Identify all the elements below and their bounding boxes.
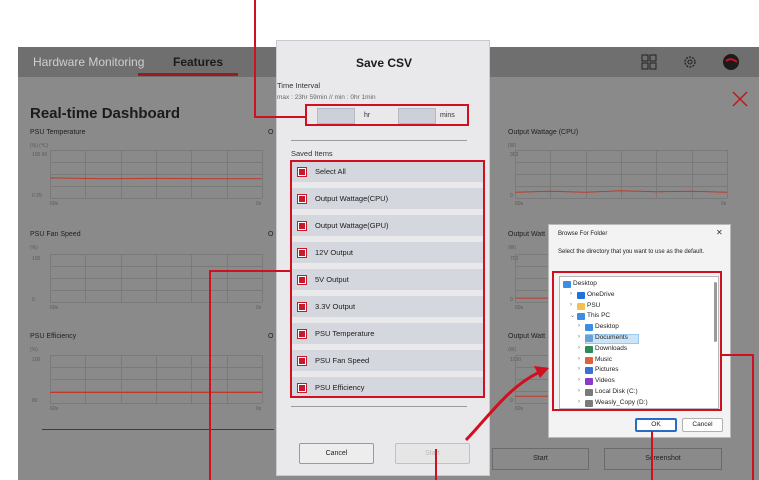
chart-plot	[50, 150, 263, 199]
chart-unit: (%)	[30, 347, 38, 353]
x-tick-label: 60s	[515, 305, 524, 311]
y-tick-label: 80	[32, 398, 38, 404]
x-tick-label: 0s	[256, 406, 262, 412]
y-tick-label: 0	[510, 193, 513, 199]
close-icon[interactable]	[730, 89, 750, 109]
gridline	[50, 403, 262, 404]
gridline	[262, 150, 263, 198]
x-tick-label: 0s	[721, 201, 727, 207]
cancel-button[interactable]: Cancel	[682, 418, 723, 432]
active-tab-indicator	[138, 73, 238, 76]
series-line-path	[50, 177, 262, 180]
chart-unit: (W)	[508, 347, 517, 353]
screenshot-canvas: Hardware Monitoring Features Real-time D…	[0, 0, 759, 480]
gridline	[156, 254, 157, 302]
chart-unit: (W)	[508, 245, 517, 251]
saved-items-label: Saved Items	[291, 149, 333, 158]
gear-icon[interactable]	[682, 54, 698, 70]
series-line	[50, 391, 262, 393]
chart-unit: (%)	[30, 245, 38, 251]
series-line-path	[515, 190, 727, 193]
y-tick-label: 0	[510, 398, 513, 404]
gridline	[515, 198, 727, 199]
x-tick-label: 0s	[256, 305, 262, 311]
gridline	[227, 254, 228, 302]
chart-label: O	[268, 129, 274, 136]
ok-button[interactable]: OK	[635, 418, 677, 432]
y-tick-label: 100	[32, 256, 41, 262]
tab-hardware-monitoring[interactable]: Hardware Monitoring	[33, 55, 144, 69]
annotation-time-interval-box	[305, 104, 469, 126]
x-tick-label: 60s	[50, 406, 59, 412]
series-line	[50, 177, 262, 180]
gridline	[727, 150, 728, 198]
divider	[42, 429, 274, 430]
screenshot-button[interactable]: Screenshot	[604, 448, 722, 470]
x-tick-label: 60s	[515, 406, 524, 412]
gridline	[262, 254, 263, 302]
start-button[interactable]: Start	[395, 443, 470, 464]
annotation-folder-tree-box	[552, 271, 722, 411]
gridline	[50, 254, 51, 302]
x-tick-label: 60s	[50, 305, 59, 311]
annotation-line	[722, 354, 753, 356]
gridline	[262, 355, 263, 403]
annotation-line	[651, 431, 653, 480]
dialog-title: Save CSV	[355, 56, 413, 70]
annotation-line	[752, 354, 754, 480]
x-tick-label: 60s	[50, 201, 59, 207]
chart-plot	[50, 355, 263, 404]
dialog-description: Select the directory that you want to us…	[558, 249, 705, 255]
chart-plot	[50, 254, 263, 303]
chart-unit: (W)	[508, 143, 517, 149]
gridline	[85, 254, 86, 302]
annotation-line	[254, 116, 306, 118]
dashboard-title: Real-time Dashboard	[30, 105, 181, 122]
logo-icon	[723, 54, 739, 70]
gridline	[191, 254, 192, 302]
y-tick-label: 0 25	[32, 193, 42, 199]
annotation-line	[435, 449, 437, 480]
chart-label: Output Watt	[508, 333, 546, 340]
tab-features[interactable]: Features	[173, 55, 223, 69]
chart-label: Output Wattage (CPU)	[508, 129, 579, 136]
chart-plot	[515, 150, 728, 199]
x-tick-label: 0s	[256, 201, 262, 207]
close-icon[interactable]: ✕	[716, 228, 723, 237]
dialog-title: Browse For Folder	[558, 231, 608, 237]
chart-label: O	[268, 231, 274, 238]
y-tick-label: 100	[32, 357, 41, 363]
annotation-saved-items-box	[290, 160, 485, 398]
gridline	[50, 198, 262, 199]
y-tick-label: 0	[510, 297, 513, 303]
grid-icon[interactable]	[641, 54, 657, 70]
chart-label: PSU Fan Speed	[30, 231, 81, 238]
y-tick-label: 0	[32, 297, 35, 303]
annotation-line	[209, 270, 290, 272]
chart-label: O	[268, 333, 274, 340]
chart-unit: (%) (℃)	[30, 143, 49, 149]
series-line	[515, 190, 727, 193]
app-start-button[interactable]: Start	[492, 448, 589, 470]
y-tick-label: 100 60	[32, 152, 48, 158]
annotation-line	[254, 0, 256, 117]
chart-label: PSU Efficiency	[30, 333, 77, 340]
cancel-button[interactable]: Cancel	[299, 443, 374, 464]
divider	[291, 140, 467, 141]
chart-label: PSU Temperature	[30, 129, 86, 136]
divider	[291, 406, 467, 407]
chart-label: Output Watt	[508, 231, 546, 238]
x-tick-label: 60s	[515, 201, 524, 207]
gridline	[50, 302, 262, 303]
annotation-line	[209, 270, 211, 480]
gridline	[121, 254, 122, 302]
